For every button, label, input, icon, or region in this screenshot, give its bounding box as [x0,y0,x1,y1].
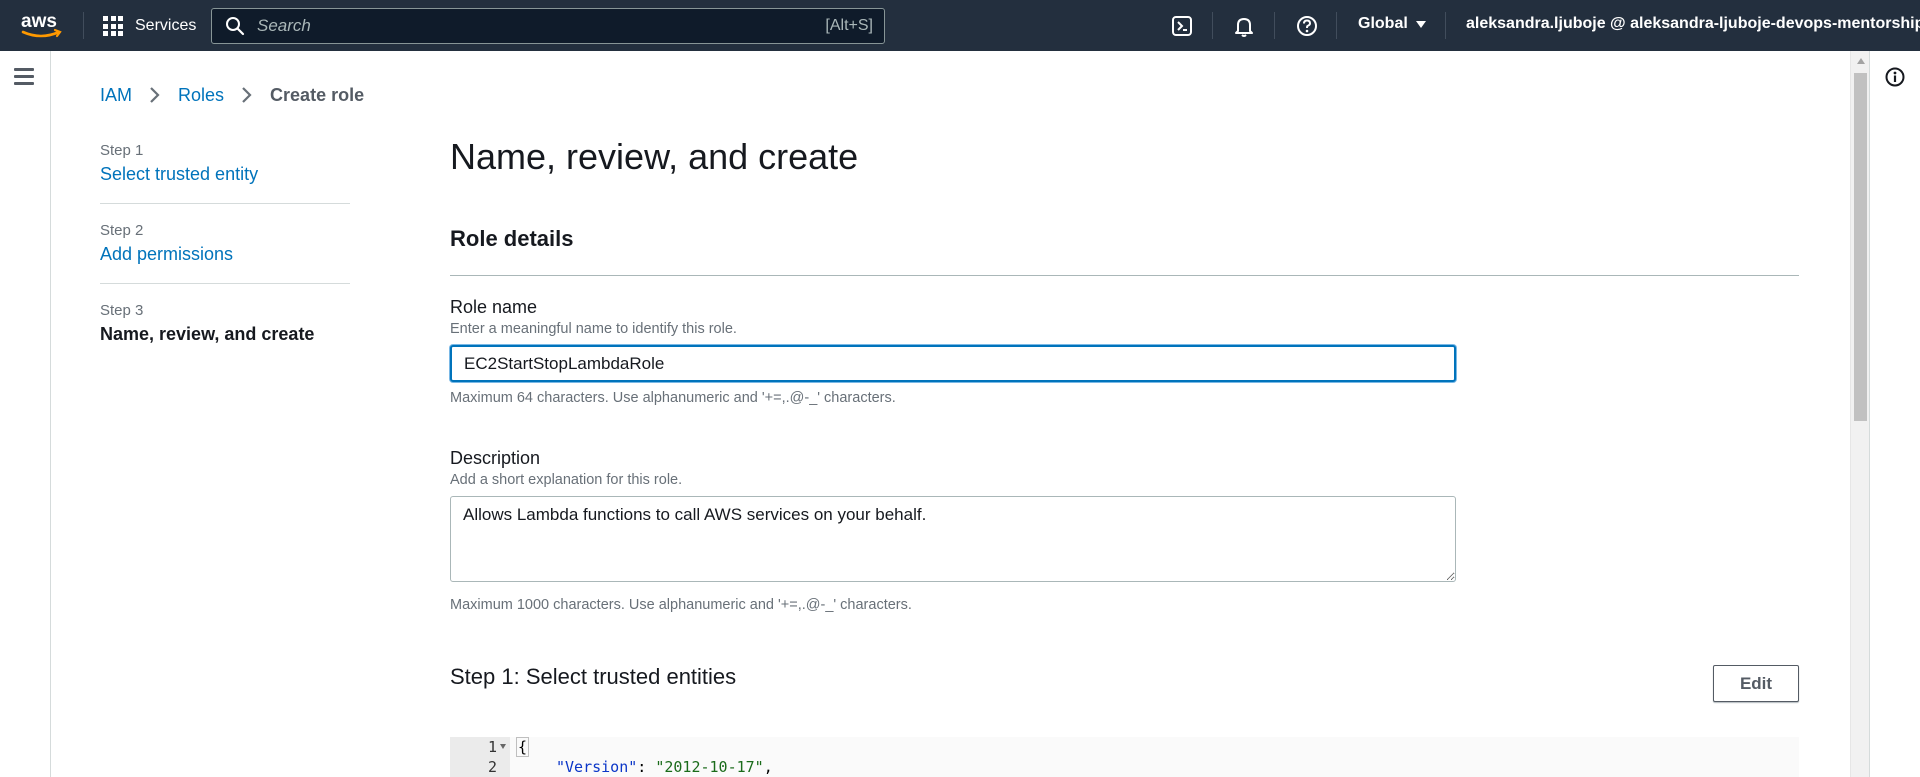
line-number: 1 [487,738,497,756]
code-text: "Version": "2012-10-17", [556,757,773,777]
line-number: 2 [487,758,497,776]
code-brace: { [516,737,530,757]
nav-divider [83,12,84,39]
json-string: "2012-10-17" [655,758,764,776]
section-divider [450,275,1799,276]
code-line: 2 "Version": "2012-10-17", [450,757,1799,777]
page-title: Name, review, and create [450,136,859,177]
nav-divider [1212,12,1213,39]
nav-divider [1336,12,1337,39]
breadcrumb-roles[interactable]: Roles [178,85,224,106]
role-name-description: Enter a meaningful name to identify this… [450,321,737,337]
json-key: "Version" [556,758,638,776]
account-label: aleksandra.ljuboje @ aleksandra-ljuboje-… [1466,15,1920,32]
role-name-constraint: Maximum 64 characters. Use alphanumeric … [450,390,896,406]
edit-button[interactable]: Edit [1713,665,1799,702]
trust-policy-editor[interactable]: 1 { 2 "Version": "2012-10-17", [450,737,1799,777]
top-navigation: aws Services [Alt+S] [0,0,1920,51]
fold-icon[interactable] [500,744,506,749]
wizard-steps: Step 1 Select trusted entity Step 2 Add … [100,142,350,381]
wizard-step-2: Step 2 Add permissions [100,222,350,284]
scroll-up-icon[interactable] [1857,58,1865,64]
menu-icon[interactable] [14,68,34,85]
json-separator: : [637,758,656,776]
scrollbar[interactable] [1850,51,1870,777]
region-label: Global [1358,15,1408,32]
caret-down-icon [1415,20,1426,28]
description-constraint: Maximum 1000 characters. Use alphanumeri… [450,597,912,613]
aws-logo[interactable]: aws [21,11,63,41]
step-number: Step 1 [100,142,144,159]
wizard-step-3: Step 3 Name, review, and create [100,302,350,363]
tools-panel-collapsed [1869,51,1920,777]
chevron-right-icon [150,87,160,103]
account-menu[interactable]: aleksandra.ljuboje @ aleksandra-ljuboje-… [1466,15,1920,33]
step-link-select-trusted-entity[interactable]: Select trusted entity [100,164,350,185]
description-label: Description [450,448,541,468]
json-comma: , [763,758,773,776]
search-input[interactable] [255,15,826,37]
code-line: 1 { [450,737,1799,757]
breadcrumb-current: Create role [270,84,365,105]
region-selector[interactable]: Global [1358,15,1426,33]
step-number: Step 2 [100,222,144,239]
grid-icon [103,16,123,36]
services-menu-button[interactable]: Services [103,14,196,38]
svg-text:aws: aws [21,11,57,32]
code-text: { [516,737,530,757]
step-link-add-permissions[interactable]: Add permissions [100,244,350,265]
info-icon[interactable] [1885,67,1905,87]
search-shortcut-hint: [Alt+S] [825,17,873,34]
role-name-label: Role name [450,297,538,317]
nav-divider [1274,12,1275,39]
role-name-input[interactable] [450,345,1456,382]
side-navigation-collapsed [0,51,51,777]
search-box[interactable]: [Alt+S] [211,8,885,44]
help-icon[interactable] [1295,14,1319,38]
chevron-right-icon [242,87,252,103]
bell-icon[interactable] [1232,14,1256,38]
section-title-role-details: Role details [450,226,574,251]
scrollbar-thumb[interactable] [1854,73,1867,421]
search-icon [226,17,245,36]
step-current-label: Name, review, and create [100,324,315,344]
step-number: Step 3 [100,302,144,319]
services-label: Services [135,17,197,34]
description-hint: Add a short explanation for this role. [450,472,683,488]
cloudshell-icon[interactable] [1170,14,1194,38]
step1-heading: Step 1: Select trusted entities [450,664,737,689]
breadcrumb: IAM Roles Create role [100,84,364,106]
description-textarea[interactable]: Allows Lambda functions to call AWS serv… [450,496,1456,582]
breadcrumb-iam[interactable]: IAM [100,85,132,106]
nav-divider [1445,12,1446,39]
wizard-step-1: Step 1 Select trusted entity [100,142,350,204]
